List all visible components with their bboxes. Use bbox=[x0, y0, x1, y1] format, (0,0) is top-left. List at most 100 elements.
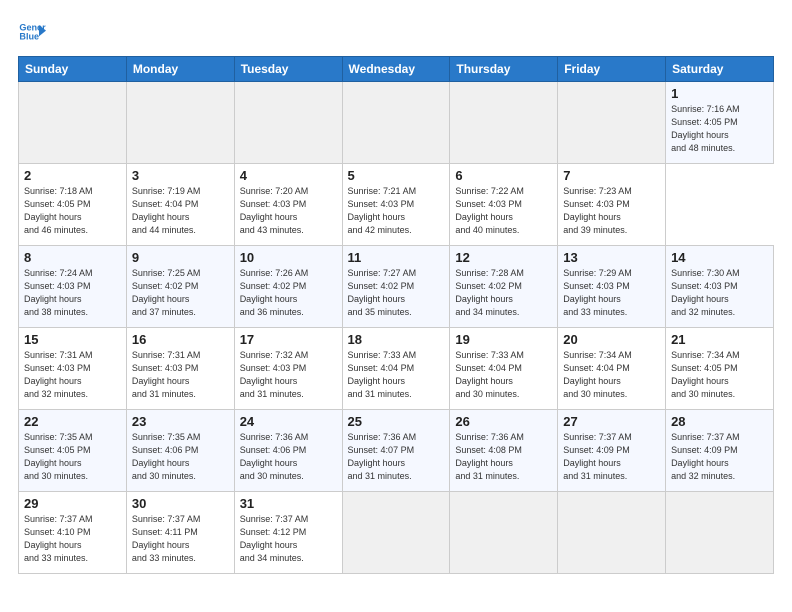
day-cell: 26 Sunrise: 7:36 AMSunset: 4:08 PMDaylig… bbox=[450, 410, 558, 492]
day-number: 6 bbox=[455, 168, 552, 183]
empty-cell bbox=[342, 82, 450, 164]
day-info: Sunrise: 7:18 AMSunset: 4:05 PMDaylight … bbox=[24, 186, 93, 235]
logo: General Blue bbox=[18, 18, 46, 46]
day-of-week-header: Wednesday bbox=[342, 57, 450, 82]
day-number: 11 bbox=[348, 250, 445, 265]
calendar-week-row: 15 Sunrise: 7:31 AMSunset: 4:03 PMDaylig… bbox=[19, 328, 774, 410]
day-info: Sunrise: 7:26 AMSunset: 4:02 PMDaylight … bbox=[240, 268, 309, 317]
day-number: 4 bbox=[240, 168, 337, 183]
calendar-week-row: 22 Sunrise: 7:35 AMSunset: 4:05 PMDaylig… bbox=[19, 410, 774, 492]
day-number: 19 bbox=[455, 332, 552, 347]
day-number: 7 bbox=[563, 168, 660, 183]
day-info: Sunrise: 7:33 AMSunset: 4:04 PMDaylight … bbox=[455, 350, 524, 399]
day-cell: 25 Sunrise: 7:36 AMSunset: 4:07 PMDaylig… bbox=[342, 410, 450, 492]
day-of-week-header: Friday bbox=[558, 57, 666, 82]
day-cell: 11 Sunrise: 7:27 AMSunset: 4:02 PMDaylig… bbox=[342, 246, 450, 328]
day-info: Sunrise: 7:20 AMSunset: 4:03 PMDaylight … bbox=[240, 186, 309, 235]
day-number: 26 bbox=[455, 414, 552, 429]
day-cell: 13 Sunrise: 7:29 AMSunset: 4:03 PMDaylig… bbox=[558, 246, 666, 328]
day-number: 5 bbox=[348, 168, 445, 183]
day-info: Sunrise: 7:28 AMSunset: 4:02 PMDaylight … bbox=[455, 268, 524, 317]
day-info: Sunrise: 7:37 AMSunset: 4:09 PMDaylight … bbox=[671, 432, 740, 481]
day-cell: 31 Sunrise: 7:37 AMSunset: 4:12 PMDaylig… bbox=[234, 492, 342, 574]
calendar-week-row: 2 Sunrise: 7:18 AMSunset: 4:05 PMDayligh… bbox=[19, 164, 774, 246]
day-cell: 8 Sunrise: 7:24 AMSunset: 4:03 PMDayligh… bbox=[19, 246, 127, 328]
calendar-header-row: SundayMondayTuesdayWednesdayThursdayFrid… bbox=[19, 57, 774, 82]
day-number: 30 bbox=[132, 496, 229, 511]
day-cell: 4 Sunrise: 7:20 AMSunset: 4:03 PMDayligh… bbox=[234, 164, 342, 246]
empty-cell bbox=[19, 82, 127, 164]
day-cell: 29 Sunrise: 7:37 AMSunset: 4:10 PMDaylig… bbox=[19, 492, 127, 574]
day-cell: 2 Sunrise: 7:18 AMSunset: 4:05 PMDayligh… bbox=[19, 164, 127, 246]
day-cell: 22 Sunrise: 7:35 AMSunset: 4:05 PMDaylig… bbox=[19, 410, 127, 492]
svg-text:Blue: Blue bbox=[19, 32, 39, 42]
day-info: Sunrise: 7:37 AMSunset: 4:10 PMDaylight … bbox=[24, 514, 93, 563]
day-cell: 10 Sunrise: 7:26 AMSunset: 4:02 PMDaylig… bbox=[234, 246, 342, 328]
day-cell: 14 Sunrise: 7:30 AMSunset: 4:03 PMDaylig… bbox=[666, 246, 774, 328]
day-cell: 24 Sunrise: 7:36 AMSunset: 4:06 PMDaylig… bbox=[234, 410, 342, 492]
day-number: 15 bbox=[24, 332, 121, 347]
day-number: 28 bbox=[671, 414, 768, 429]
day-cell: 23 Sunrise: 7:35 AMSunset: 4:06 PMDaylig… bbox=[126, 410, 234, 492]
calendar-week-row: 1 Sunrise: 7:16 AMSunset: 4:05 PMDayligh… bbox=[19, 82, 774, 164]
day-info: Sunrise: 7:34 AMSunset: 4:05 PMDaylight … bbox=[671, 350, 740, 399]
empty-cell bbox=[342, 492, 450, 574]
day-info: Sunrise: 7:23 AMSunset: 4:03 PMDaylight … bbox=[563, 186, 632, 235]
day-cell: 20 Sunrise: 7:34 AMSunset: 4:04 PMDaylig… bbox=[558, 328, 666, 410]
day-info: Sunrise: 7:35 AMSunset: 4:06 PMDaylight … bbox=[132, 432, 201, 481]
day-info: Sunrise: 7:37 AMSunset: 4:09 PMDaylight … bbox=[563, 432, 632, 481]
day-number: 14 bbox=[671, 250, 768, 265]
day-info: Sunrise: 7:35 AMSunset: 4:05 PMDaylight … bbox=[24, 432, 93, 481]
day-cell: 30 Sunrise: 7:37 AMSunset: 4:11 PMDaylig… bbox=[126, 492, 234, 574]
day-info: Sunrise: 7:31 AMSunset: 4:03 PMDaylight … bbox=[24, 350, 93, 399]
day-number: 27 bbox=[563, 414, 660, 429]
day-cell: 6 Sunrise: 7:22 AMSunset: 4:03 PMDayligh… bbox=[450, 164, 558, 246]
day-number: 8 bbox=[24, 250, 121, 265]
empty-cell bbox=[234, 82, 342, 164]
day-number: 23 bbox=[132, 414, 229, 429]
day-number: 13 bbox=[563, 250, 660, 265]
day-info: Sunrise: 7:32 AMSunset: 4:03 PMDaylight … bbox=[240, 350, 309, 399]
day-cell: 9 Sunrise: 7:25 AMSunset: 4:02 PMDayligh… bbox=[126, 246, 234, 328]
day-number: 2 bbox=[24, 168, 121, 183]
calendar-week-row: 8 Sunrise: 7:24 AMSunset: 4:03 PMDayligh… bbox=[19, 246, 774, 328]
day-info: Sunrise: 7:29 AMSunset: 4:03 PMDaylight … bbox=[563, 268, 632, 317]
empty-cell bbox=[450, 82, 558, 164]
day-info: Sunrise: 7:24 AMSunset: 4:03 PMDaylight … bbox=[24, 268, 93, 317]
day-number: 21 bbox=[671, 332, 768, 347]
day-info: Sunrise: 7:34 AMSunset: 4:04 PMDaylight … bbox=[563, 350, 632, 399]
day-info: Sunrise: 7:25 AMSunset: 4:02 PMDaylight … bbox=[132, 268, 201, 317]
day-number: 12 bbox=[455, 250, 552, 265]
day-cell: 12 Sunrise: 7:28 AMSunset: 4:02 PMDaylig… bbox=[450, 246, 558, 328]
day-cell: 19 Sunrise: 7:33 AMSunset: 4:04 PMDaylig… bbox=[450, 328, 558, 410]
day-cell: 21 Sunrise: 7:34 AMSunset: 4:05 PMDaylig… bbox=[666, 328, 774, 410]
day-number: 22 bbox=[24, 414, 121, 429]
calendar-body: 1 Sunrise: 7:16 AMSunset: 4:05 PMDayligh… bbox=[19, 82, 774, 574]
header: General Blue bbox=[18, 18, 774, 46]
day-cell: 28 Sunrise: 7:37 AMSunset: 4:09 PMDaylig… bbox=[666, 410, 774, 492]
day-number: 1 bbox=[671, 86, 768, 101]
day-info: Sunrise: 7:16 AMSunset: 4:05 PMDaylight … bbox=[671, 104, 740, 153]
day-info: Sunrise: 7:36 AMSunset: 4:07 PMDaylight … bbox=[348, 432, 417, 481]
day-number: 20 bbox=[563, 332, 660, 347]
day-cell: 27 Sunrise: 7:37 AMSunset: 4:09 PMDaylig… bbox=[558, 410, 666, 492]
calendar-week-row: 29 Sunrise: 7:37 AMSunset: 4:10 PMDaylig… bbox=[19, 492, 774, 574]
day-number: 31 bbox=[240, 496, 337, 511]
day-info: Sunrise: 7:22 AMSunset: 4:03 PMDaylight … bbox=[455, 186, 524, 235]
day-number: 9 bbox=[132, 250, 229, 265]
empty-cell bbox=[666, 492, 774, 574]
empty-cell bbox=[558, 492, 666, 574]
day-number: 24 bbox=[240, 414, 337, 429]
day-info: Sunrise: 7:19 AMSunset: 4:04 PMDaylight … bbox=[132, 186, 201, 235]
day-number: 3 bbox=[132, 168, 229, 183]
day-of-week-header: Saturday bbox=[666, 57, 774, 82]
day-info: Sunrise: 7:36 AMSunset: 4:08 PMDaylight … bbox=[455, 432, 524, 481]
day-of-week-header: Monday bbox=[126, 57, 234, 82]
day-info: Sunrise: 7:33 AMSunset: 4:04 PMDaylight … bbox=[348, 350, 417, 399]
day-info: Sunrise: 7:37 AMSunset: 4:11 PMDaylight … bbox=[132, 514, 201, 563]
day-cell: 3 Sunrise: 7:19 AMSunset: 4:04 PMDayligh… bbox=[126, 164, 234, 246]
day-info: Sunrise: 7:31 AMSunset: 4:03 PMDaylight … bbox=[132, 350, 201, 399]
day-info: Sunrise: 7:36 AMSunset: 4:06 PMDaylight … bbox=[240, 432, 309, 481]
day-of-week-header: Tuesday bbox=[234, 57, 342, 82]
empty-cell bbox=[126, 82, 234, 164]
